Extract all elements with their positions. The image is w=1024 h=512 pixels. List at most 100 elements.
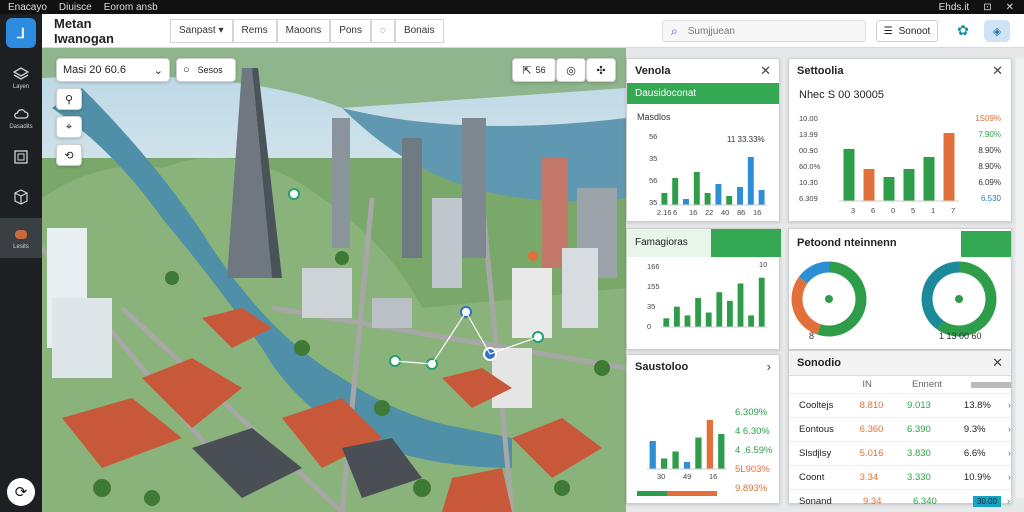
chart-bar <box>683 462 691 469</box>
sidebar-item-buildings[interactable]: Lesits <box>0 218 42 258</box>
maximize-icon[interactable]: ⊡ <box>983 2 991 13</box>
x-tick-label: 6 <box>871 206 875 215</box>
zoom-control[interactable]: ⇱ 56 <box>512 58 556 82</box>
toolbar-button-bonais[interactable]: Bonais <box>394 18 444 43</box>
donut-slice <box>798 261 830 284</box>
table-row[interactable]: Slsdjlsy 5.016 3.830 6.6% › <box>789 442 1011 466</box>
map-tool-pin[interactable]: ⚲ <box>56 88 82 110</box>
right-value: 6.530 <box>981 194 1002 203</box>
chart-bar <box>661 193 668 205</box>
value-item: 4 .6.59% <box>735 445 773 456</box>
refresh-icon[interactable]: ⟳ <box>7 478 35 506</box>
chevron-right-icon[interactable]: › <box>1008 472 1011 483</box>
panel-title: Venola <box>635 65 671 77</box>
x-tick-label: 49 <box>683 472 691 481</box>
y-tick-label: 13.99 <box>799 130 818 139</box>
chart-bar <box>663 318 670 327</box>
panel-petoond: Petoond nteinnenn 8 1 13 00 60 <box>788 228 1012 350</box>
y-tick-label: 35 <box>649 198 657 207</box>
table-row[interactable]: Coont 3.34 3.330 10.9% › <box>789 466 1011 490</box>
value-item: 5L903% <box>735 464 770 475</box>
map-tool-rotate[interactable]: ⟲ <box>56 144 82 166</box>
panel-famagioras: Famagioras 166 155 35 0 10 <box>626 228 781 350</box>
table-row[interactable]: Eontous 6.360 6.390 9.3% › <box>789 418 1011 442</box>
chart-bar <box>672 178 679 205</box>
sidebar-item-datasets[interactable]: Dasadits <box>0 98 42 138</box>
sidebar-item-cube[interactable] <box>0 178 42 218</box>
chart-bar <box>695 437 702 469</box>
zoom-icon: ⇱ <box>522 64 532 77</box>
chevron-right-icon[interactable]: › <box>767 359 771 374</box>
panel-sonodio: Sonodio ✕ IN Ennent Cooltejs 8.810 9.013 13… <box>788 350 1012 507</box>
gear-icon[interactable]: ✿ <box>954 22 972 40</box>
search-input[interactable]: ⌕ Sumjjuean <box>662 20 866 42</box>
chevron-right-icon[interactable]: › <box>1008 448 1011 459</box>
menu-item-extra[interactable]: Eorom ansb <box>104 2 158 13</box>
table-cell: 3.330 <box>907 472 931 483</box>
panel-venola: Venola ✕ Dausidoconat Masdlos 56 35 56 35 2.… <box>626 58 780 222</box>
chevron-right-icon[interactable]: › <box>1008 424 1011 435</box>
layer-toggle[interactable]: ○ Sesos <box>176 58 236 82</box>
map-view[interactable]: Masi 20 60.6 ⌄ ○ Sesos ⇱ 56 ◎ ✣ ⚲ ⌖ ⟲ <box>42 48 626 512</box>
map-tool-locate[interactable]: ⌖ <box>56 116 82 138</box>
value-list: 6.309% 4 6.30% 4 .6.59% 5L903% 9.893% <box>735 403 773 498</box>
y-tick-label: 00.90 <box>799 146 818 155</box>
donut-slice <box>936 261 997 337</box>
y-tick-label: 56 <box>649 176 657 185</box>
compass-button[interactable]: ✣ <box>586 58 616 82</box>
x-tick-label: 86 <box>737 208 745 217</box>
titlebar-right-label: Ehds.it <box>938 1 970 13</box>
chevron-right-icon[interactable]: › <box>1007 496 1010 507</box>
menu-item[interactable]: Diuisce <box>59 2 92 13</box>
frame-icon <box>14 150 28 164</box>
shield-icon[interactable]: ◈ <box>984 20 1010 42</box>
panel-title: Saustoloo <box>635 361 689 373</box>
value-item: 4 6.30% <box>735 426 770 437</box>
progress-bar-orange <box>667 491 717 496</box>
close-icon[interactable]: ✕ <box>760 63 771 79</box>
chart-bar <box>726 196 733 205</box>
table-cell: 8.810 <box>859 400 884 411</box>
date-select[interactable]: Masi 20 60.6 ⌄ <box>56 58 170 82</box>
toolbar-button-pons[interactable]: Pons <box>330 18 371 43</box>
close-icon[interactable]: ✕ <box>1006 2 1014 13</box>
table-cell: Sonand <box>799 496 832 507</box>
select-button[interactable]: ☰ Sonoot <box>876 20 938 42</box>
toolbar-button-circle[interactable]: ◌ <box>371 18 395 43</box>
toolbar-button-maoons[interactable]: Maoons <box>276 18 331 43</box>
y-tick-label: 6.309 <box>799 194 818 203</box>
y-tick-label: 35 <box>649 154 657 163</box>
chart-bar <box>684 315 691 327</box>
toolbar-button-sanpast[interactable]: Sanpast ▾ <box>170 18 233 43</box>
date-select-value: Masi 20 60.6 <box>63 64 126 76</box>
chart-bar <box>716 292 723 327</box>
y-top-label: 10 <box>759 261 767 269</box>
right-value: 8.90% <box>978 162 1001 171</box>
close-icon[interactable]: ✕ <box>992 63 1003 79</box>
toolbar-button-rems[interactable]: Rems <box>232 18 277 43</box>
x-tick-label: 22 <box>705 208 713 217</box>
table-cell: 6.360 <box>859 424 884 435</box>
scrollbar[interactable] <box>1016 58 1024 498</box>
table-cell: 9.013 <box>907 400 931 411</box>
sidebar-item-frame[interactable] <box>0 138 42 178</box>
sidebar-item-layers[interactable]: Layen <box>0 58 42 98</box>
right-value: 7.90% <box>978 130 1001 139</box>
chevron-right-icon[interactable]: › <box>1008 400 1011 411</box>
table-row[interactable]: Cooltejs 8.810 9.013 13.8% › <box>789 394 1011 418</box>
chart-bar <box>673 306 680 327</box>
chart-bar <box>923 157 935 201</box>
chart-bar <box>706 420 713 469</box>
panel-header-accent[interactable] <box>961 231 1011 257</box>
locate-icon: ⌖ <box>65 120 73 133</box>
panel-title: Settoolia <box>797 65 844 77</box>
app-logo[interactable]: ⅃ <box>6 18 36 48</box>
chart-bar <box>683 199 689 205</box>
x-tick-label: 0 <box>891 206 895 215</box>
city-3d-map[interactable] <box>42 48 626 512</box>
table-cell: 5.016 <box>859 448 884 459</box>
close-icon[interactable]: ✕ <box>992 355 1003 371</box>
table-row[interactable]: Sonand 9.34 6.340 30.00 › <box>789 490 1011 512</box>
eye-button[interactable]: ◎ <box>556 58 586 82</box>
table-cell: Eontous <box>799 424 834 435</box>
